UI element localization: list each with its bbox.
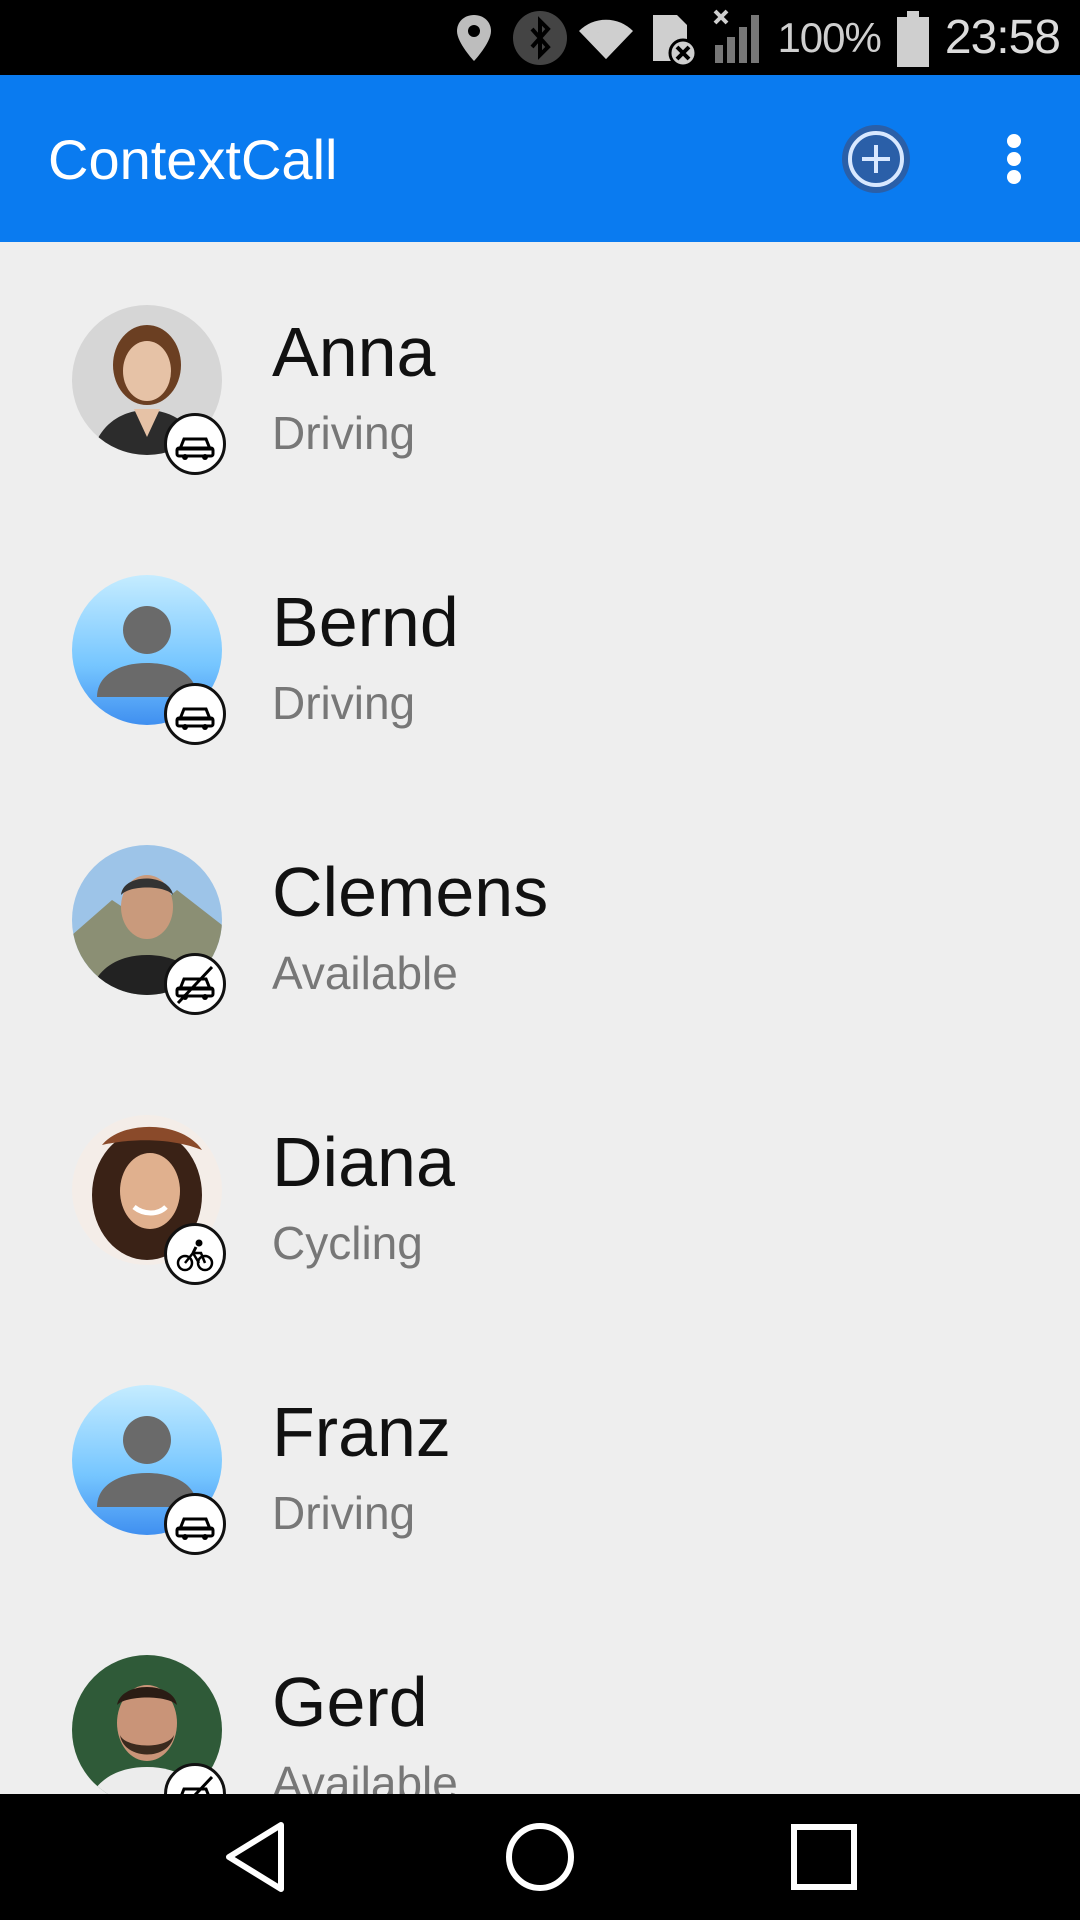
contact-status: Driving — [272, 1487, 416, 1539]
contact-name: Clemens — [272, 853, 549, 931]
car-icon — [164, 413, 226, 475]
avatar-container — [72, 305, 226, 475]
contact-status: Driving — [272, 677, 416, 729]
car-icon — [164, 1493, 226, 1555]
car-icon — [164, 683, 226, 745]
app-bar: ContextCall — [0, 75, 1080, 242]
status-bar: 100% 23:58 — [0, 0, 1080, 75]
contact-name: Gerd — [272, 1663, 428, 1741]
contact-name: Franz — [272, 1393, 451, 1471]
battery-icon — [891, 5, 935, 71]
wifi-icon — [573, 5, 639, 71]
avatar-container — [72, 1115, 226, 1285]
contact-name: Bernd — [272, 583, 459, 661]
home-button[interactable] — [490, 1814, 590, 1900]
contact-row-franz[interactable]: Franz Driving — [0, 1322, 1080, 1592]
location-icon — [441, 5, 507, 71]
more-vert-icon — [1007, 134, 1021, 184]
overflow-menu-button[interactable] — [984, 123, 1044, 195]
contact-status: Cycling — [272, 1217, 423, 1269]
contact-name: Diana — [272, 1123, 455, 1201]
back-button[interactable] — [206, 1814, 306, 1900]
contact-status: Available — [272, 947, 458, 999]
recents-button[interactable] — [774, 1814, 874, 1900]
contact-row-clemens[interactable]: Clemens Available — [0, 782, 1080, 1052]
battery-percentage: 100% — [777, 13, 881, 61]
app-title: ContextCall — [48, 128, 338, 191]
add-contact-button[interactable] — [840, 123, 912, 195]
contact-row-bernd[interactable]: Bernd Driving — [0, 512, 1080, 782]
contact-name: Anna — [272, 313, 436, 391]
avatar-container — [72, 1655, 226, 1794]
navigation-bar — [0, 1794, 1080, 1920]
avatar-container — [72, 575, 226, 745]
sim-error-icon — [639, 5, 705, 71]
car-crossed-icon — [164, 953, 226, 1015]
avatar-container — [72, 1385, 226, 1555]
contact-row-anna[interactable]: Anna Driving — [0, 242, 1080, 512]
contact-list: Anna Driving Bernd Driving Clemens Avail… — [0, 242, 1080, 1794]
signal-icon — [705, 5, 771, 71]
bicycle-icon — [164, 1223, 226, 1285]
contact-status: Driving — [272, 407, 416, 459]
avatar-container — [72, 845, 226, 1015]
add-circle-icon — [842, 125, 910, 193]
clock: 23:58 — [944, 11, 1061, 64]
contact-row-gerd[interactable]: Gerd Available — [0, 1592, 1080, 1794]
home-circle-icon — [506, 1823, 574, 1891]
back-triangle-icon — [226, 1822, 284, 1892]
recents-square-icon — [791, 1824, 857, 1890]
status-icons: 100% 23:58 — [441, 0, 1061, 75]
contact-status: Available — [272, 1757, 458, 1794]
bluetooth-icon — [507, 5, 573, 71]
contact-row-diana[interactable]: Diana Cycling — [0, 1052, 1080, 1322]
